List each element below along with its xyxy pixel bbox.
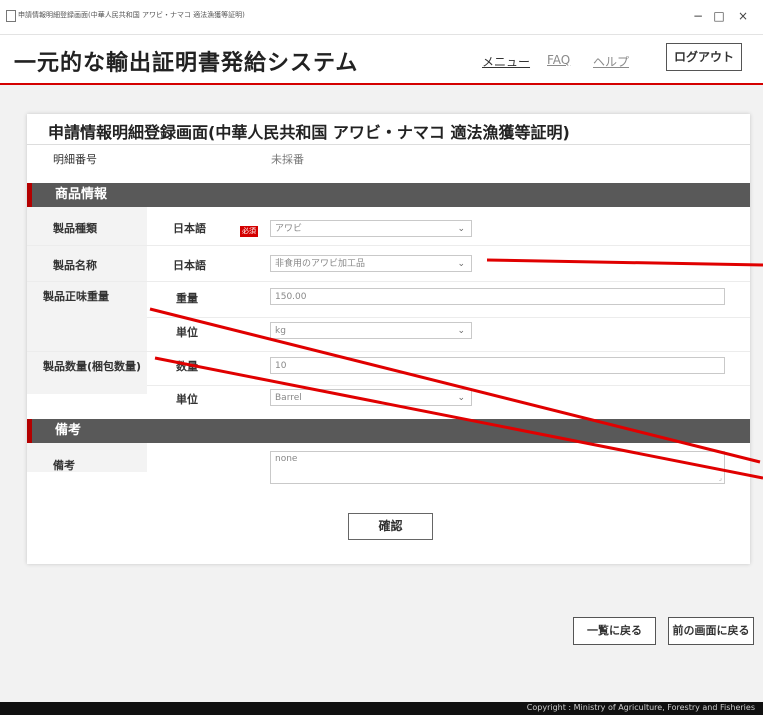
annotation-arrow-line [149, 307, 761, 464]
copyright-text: Copyright : Ministry of Agriculture, For… [526, 703, 755, 712]
annotation-arrow-line [486, 258, 763, 267]
page-footer: Copyright : Ministry of Agriculture, For… [0, 702, 763, 715]
annotation-arrows [149, 258, 763, 480]
annotation-arrow-line [154, 356, 763, 480]
